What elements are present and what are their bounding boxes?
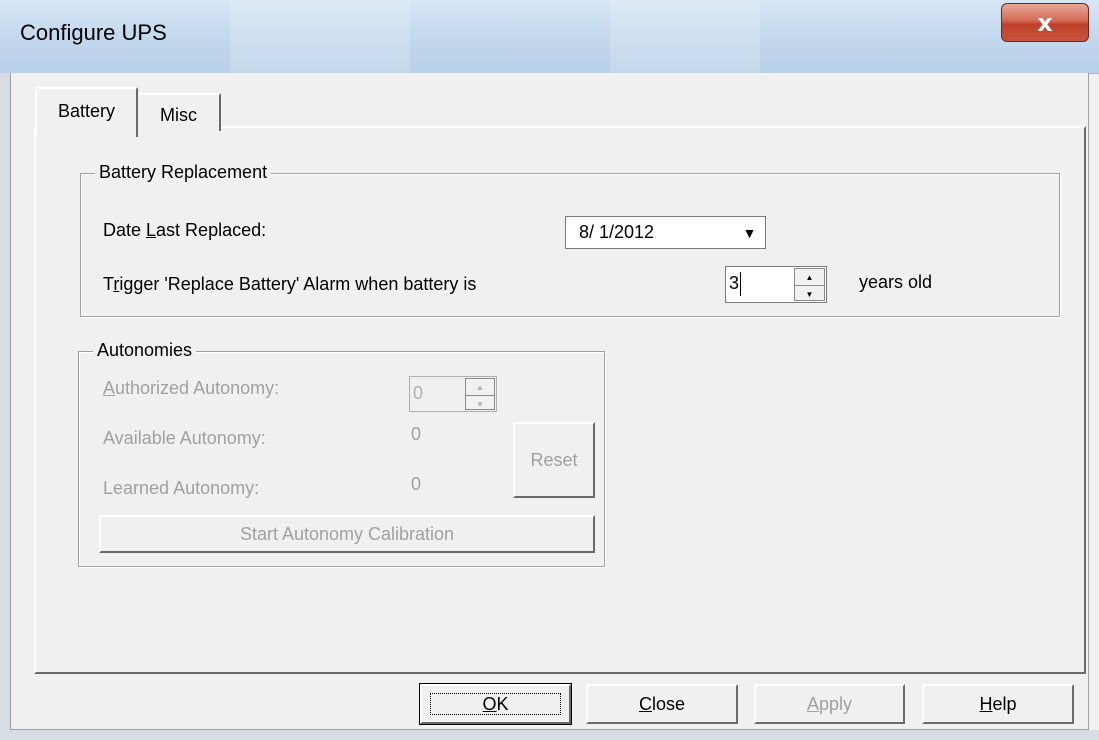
dialog-client-area: Battery Replacement Date Last Replaced: … — [10, 73, 1089, 730]
years-value: 3 — [729, 273, 740, 293]
battery-replacement-group: Battery Replacement Date Last Replaced: … — [80, 162, 1060, 317]
group-label: Battery Replacement — [95, 162, 272, 183]
authorized-autonomy-label: Authorized Autonomy: — [103, 378, 280, 398]
start-autonomy-calibration-button[interactable]: Start Autonomy Calibration — [99, 515, 595, 553]
learned-autonomy-label: Learned Autonomy: — [103, 478, 260, 498]
title-bar[interactable]: Configure UPS x — [0, 0, 1099, 74]
available-autonomy-value: 0 — [411, 424, 422, 444]
years-old-suffix: years old — [859, 272, 933, 292]
years-old-stepper[interactable]: 3 ▲ ▼ — [725, 266, 827, 303]
authorized-autonomy-stepper[interactable]: 0 ▲ ▼ — [409, 376, 497, 412]
date-last-replaced-picker[interactable]: 8/ 1/2012 ▼ — [565, 216, 766, 249]
authorized-spin-buttons[interactable]: ▲ ▼ — [465, 378, 495, 410]
close-icon: x — [1037, 8, 1053, 37]
configure-ups-dialog: Configure UPS x Battery Replacement Date… — [0, 0, 1099, 740]
spin-down-icon[interactable]: ▼ — [466, 396, 494, 412]
spin-up-icon[interactable]: ▲ — [795, 269, 824, 286]
focus-rectangle — [430, 693, 561, 715]
authorized-autonomy-value: 0 — [413, 383, 424, 403]
tab-panel-battery: Battery Replacement Date Last Replaced: … — [34, 126, 1086, 674]
date-last-replaced-label: Date Last Replaced: — [103, 220, 267, 240]
trigger-alarm-label: Trigger 'Replace Battery' Alarm when bat… — [103, 274, 477, 294]
spin-down-icon[interactable]: ▼ — [795, 286, 824, 302]
title-bar-glass — [610, 0, 760, 73]
date-value: 8/ 1/2012 — [579, 222, 655, 242]
available-autonomy-label: Available Autonomy: — [103, 428, 266, 448]
backdrop-edge — [0, 73, 10, 740]
group-label: Autonomies — [93, 340, 197, 361]
window-close-button[interactable]: x — [1001, 3, 1089, 42]
apply-button[interactable]: Apply — [754, 684, 905, 724]
dropdown-arrow-icon[interactable]: ▼ — [735, 218, 764, 247]
help-button[interactable]: Help — [922, 684, 1074, 724]
ok-button[interactable]: OK — [419, 683, 572, 725]
title-bar-glass — [230, 0, 410, 73]
text-caret — [740, 272, 741, 296]
tab-misc[interactable]: Misc — [138, 93, 221, 131]
learned-autonomy-value: 0 — [411, 474, 422, 494]
reset-button[interactable]: Reset — [513, 422, 595, 498]
tab-battery[interactable]: Battery — [35, 87, 138, 137]
years-spin-buttons[interactable]: ▲ ▼ — [794, 268, 825, 301]
close-button[interactable]: Close — [586, 684, 738, 724]
backdrop-edge — [0, 730, 1099, 740]
window-title: Configure UPS — [20, 20, 167, 45]
spin-up-icon[interactable]: ▲ — [466, 379, 494, 396]
autonomies-group: Autonomies Authorized Autonomy: 0 ▲ ▼ Av… — [78, 340, 605, 567]
